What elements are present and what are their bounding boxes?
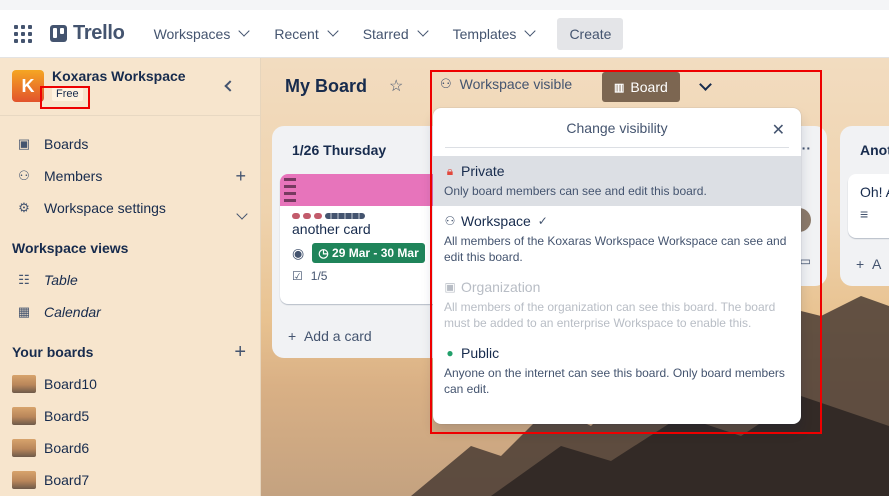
- nav-starred[interactable]: Starred: [355, 18, 435, 50]
- description-icon: ≡: [860, 206, 869, 222]
- app-switcher-icon[interactable]: [14, 24, 34, 44]
- chevron-down-icon: [327, 25, 339, 37]
- sidebar-item-calendar[interactable]: ▦ Calendar: [0, 296, 260, 328]
- board-view-button[interactable]: ▥ Board: [602, 72, 680, 102]
- sidebar: K Koxaras Workspace Free ▣ Boards ⚇ Memb…: [0, 58, 261, 496]
- create-button[interactable]: Create: [557, 17, 624, 50]
- workspace-name: Koxaras Workspace: [52, 68, 186, 84]
- sidebar-item-boards[interactable]: ▣ Boards: [0, 128, 260, 160]
- board-view-icon: ▥: [614, 81, 625, 94]
- chevron-down-icon[interactable]: [236, 202, 248, 223]
- sidebar-item-table[interactable]: ☷ Table: [0, 264, 260, 296]
- visibility-option-private[interactable]: 🔒︎ Private Only board members can see and…: [433, 156, 801, 206]
- board-thumbnail: [12, 471, 36, 489]
- check-icon: ✓: [537, 214, 548, 228]
- your-boards-heading: Your boards +: [12, 340, 246, 364]
- plan-highlight-box: [40, 86, 90, 109]
- nav-templates[interactable]: Templates: [445, 18, 543, 50]
- sidebar-board-item[interactable]: Board10: [0, 368, 260, 400]
- add-card-button[interactable]: + Add a card: [288, 328, 372, 344]
- popover-title: Change visibility: [445, 108, 789, 148]
- gear-icon: ⚙: [18, 200, 30, 215]
- visibility-popover: Change visibility ✕ 🔒︎ Private Only board…: [433, 108, 801, 424]
- chevron-down-icon: [238, 25, 251, 37]
- board-header: My Board ☆: [261, 58, 889, 114]
- chevron-down-icon: [416, 25, 429, 37]
- nav-workspaces[interactable]: Workspaces: [146, 18, 257, 50]
- board-thumbnail: [12, 439, 36, 457]
- organization-icon: ▣: [444, 280, 456, 294]
- board-icon: ▣: [17, 136, 31, 151]
- list: Anot Oh! A ≡ + A: [840, 126, 889, 286]
- people-icon: ⚇: [440, 76, 452, 91]
- plus-icon: +: [856, 256, 865, 272]
- people-icon: ⚇: [444, 214, 456, 228]
- card[interactable]: Oh! A ≡: [848, 174, 889, 238]
- add-board-icon[interactable]: +: [234, 341, 246, 364]
- sidebar-item-workspace-settings[interactable]: ⚙ Workspace settings: [0, 192, 260, 224]
- eye-icon: ◉: [292, 244, 305, 261]
- sidebar-board-item[interactable]: Board6: [0, 432, 260, 464]
- nav-recent[interactable]: Recent: [266, 18, 344, 50]
- add-member-icon[interactable]: +: [235, 166, 246, 187]
- close-icon[interactable]: ✕: [772, 120, 785, 140]
- list-title[interactable]: Anot: [840, 126, 889, 158]
- due-date-badge[interactable]: ◷ 29 Mar - 30 Mar: [312, 243, 425, 263]
- sidebar-board-item[interactable]: Board7: [0, 464, 260, 496]
- top-nav: Trello Workspaces Recent Starred Templat…: [0, 0, 889, 58]
- person-icon: ⚇: [18, 168, 30, 183]
- globe-icon: ●: [446, 346, 454, 360]
- board-thumbnail: [12, 407, 36, 425]
- visibility-button[interactable]: ⚇ Workspace visible: [440, 76, 572, 92]
- sidebar-item-members[interactable]: ⚇ Members +: [0, 160, 260, 192]
- calendar-icon: ▦: [17, 304, 31, 319]
- chevron-down-icon: [524, 25, 537, 37]
- trello-logo[interactable]: Trello: [50, 22, 125, 45]
- trello-logo-icon: [50, 25, 67, 42]
- workspace-views-heading: Workspace views: [12, 240, 129, 256]
- board-thumbnail: [12, 375, 36, 393]
- lock-icon: 🔒︎: [446, 163, 454, 178]
- visibility-option-public[interactable]: ● Public Anyone on the internet can see t…: [433, 338, 801, 404]
- plus-icon: +: [288, 328, 297, 344]
- collapse-sidebar-icon[interactable]: [224, 80, 236, 92]
- visibility-option-organization: ▣ Organization All members of the organiz…: [444, 279, 776, 330]
- checklist-icon: ☑: [292, 269, 303, 283]
- workspace-header: K Koxaras Workspace Free: [0, 58, 260, 116]
- star-icon[interactable]: ☆: [389, 76, 403, 96]
- table-icon: ☷: [18, 272, 30, 287]
- visibility-option-workspace[interactable]: ⚇ Workspace ✓ All members of the Koxaras W…: [433, 206, 801, 272]
- board-title[interactable]: My Board: [285, 76, 367, 97]
- sidebar-board-item[interactable]: Board5: [0, 400, 260, 432]
- card-icon: ▭: [799, 254, 811, 268]
- add-card-button[interactable]: + A: [856, 256, 881, 272]
